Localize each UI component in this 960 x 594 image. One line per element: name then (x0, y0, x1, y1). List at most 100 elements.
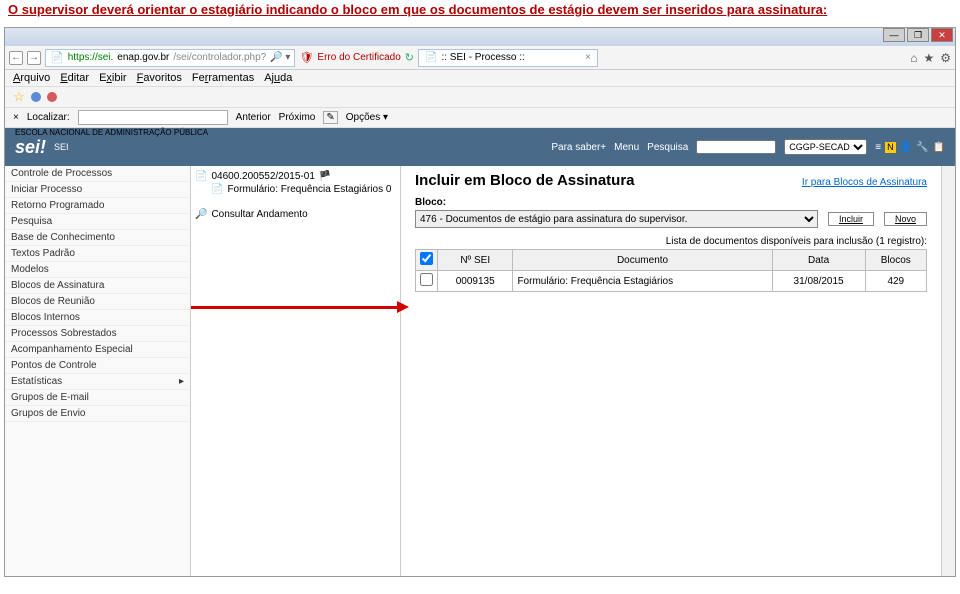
doc-icon: 📄 (211, 184, 223, 195)
tab-icon: 📄 (425, 52, 437, 63)
bloco-label: Bloco: (415, 197, 927, 208)
sei-sublabel: SEI (54, 142, 69, 152)
sidebar-item-blocos-reuniao[interactable]: Blocos de Reunião (5, 294, 190, 310)
header-icon-5[interactable]: 📋 (933, 142, 945, 153)
tree-panel: 📄 04600.200552/2015-01 🏴 📄 Formulário: F… (191, 166, 401, 576)
url-bar[interactable]: 📄 https://sei.enap.gov.br/sei/controlado… (45, 49, 295, 67)
cell-numsei: 0009135 (438, 271, 513, 292)
red-arrow-annotation (191, 306, 401, 309)
find-next[interactable]: Próximo (279, 112, 316, 123)
documents-table: Nº SEI Documento Data Blocos 0009135 For… (415, 249, 927, 292)
sidebar: Controle de Processos Iniciar Processo R… (5, 166, 191, 576)
menu-ajuda[interactable]: Ajuda (264, 72, 292, 84)
content-area: Controle de Processos Iniciar Processo R… (5, 166, 955, 576)
select-all-checkbox[interactable] (420, 252, 433, 265)
novo-button[interactable]: Novo (884, 212, 927, 226)
url-host: enap.gov.br (117, 52, 169, 63)
star-icon[interactable]: ☆ (13, 89, 25, 105)
menu-ferramentas[interactable]: Ferramentas (192, 72, 254, 84)
row-checkbox[interactable] (420, 273, 433, 286)
circle-red-icon[interactable] (47, 92, 57, 102)
sidebar-item-acomp[interactable]: Acompanhamento Especial (5, 342, 190, 358)
flag-icon: 🏴 (319, 171, 331, 182)
tab-close-icon[interactable]: × (585, 52, 591, 63)
menu-editar[interactable]: Editar (60, 72, 89, 84)
home-icon[interactable]: ⌂ (910, 51, 917, 65)
scrollbar[interactable] (941, 166, 955, 576)
sidebar-item-textos[interactable]: Textos Padrão (5, 246, 190, 262)
tools-icon[interactable]: ⚙ (940, 51, 951, 65)
sidebar-item-retorno[interactable]: Retorno Programado (5, 198, 190, 214)
forward-button[interactable]: → (27, 51, 41, 65)
sidebar-item-grupos-email[interactable]: Grupos de E-mail (5, 390, 190, 406)
circle-blue-icon[interactable] (31, 92, 41, 102)
sidebar-item-pesquisa[interactable]: Pesquisa (5, 214, 190, 230)
unit-select[interactable]: CGGP-SECAD (784, 139, 867, 155)
cert-error[interactable]: Erro do Certificado (317, 52, 400, 63)
find-label: Localizar: (27, 112, 70, 123)
sidebar-item-iniciar[interactable]: Iniciar Processo (5, 182, 190, 198)
header-icon-4[interactable]: 🔧 (916, 142, 928, 153)
sidebar-item-sobrestados[interactable]: Processos Sobrestados (5, 326, 190, 342)
refresh-icon[interactable]: ↻ (405, 51, 414, 64)
sidebar-item-controle[interactable]: Controle de Processos (5, 166, 190, 182)
th-blocos: Blocos (865, 250, 926, 271)
search-input[interactable] (696, 140, 776, 154)
titlebar: — ❐ ✕ (5, 28, 955, 46)
cell-blocos: 429 (865, 271, 926, 292)
sidebar-item-pontos[interactable]: Pontos de Controle (5, 358, 190, 374)
th-check (416, 250, 438, 271)
findbar: × Localizar: Anterior Próximo ✎ Opções ▾ (5, 108, 955, 128)
sidebar-item-modelos[interactable]: Modelos (5, 262, 190, 278)
page-icon: 📄 (50, 51, 64, 64)
menubar: Arquivo Editar Exibir Favoritos Ferramen… (5, 70, 955, 87)
th-numsei: Nº SEI (438, 250, 513, 271)
header-icon-3[interactable]: 👤 (900, 142, 912, 153)
header-link-saber[interactable]: Para saber+ (551, 142, 606, 153)
goto-blocos-link[interactable]: Ir para Blocos de Assinatura (802, 177, 927, 188)
tree-process[interactable]: 📄 04600.200552/2015-01 🏴 (195, 170, 396, 183)
list-caption: Lista de documentos disponíveis para inc… (415, 236, 927, 247)
menu-arquivo[interactable]: Arquivo (13, 72, 50, 84)
main-panel: Incluir em Bloco de Assinatura Ir para B… (401, 166, 941, 576)
instruction-text: O supervisor deverá orientar o estagiári… (0, 0, 960, 19)
cell-doc: Formulário: Frequência Estagiários (513, 271, 772, 292)
sidebar-item-blocos-assin[interactable]: Blocos de Assinatura (5, 278, 190, 294)
back-button[interactable]: ← (9, 51, 23, 65)
menu-exibir[interactable]: Exibir (99, 72, 127, 84)
browser-tab[interactable]: 📄 :: SEI - Processo :: × (418, 49, 598, 67)
highlight-icon[interactable]: ✎ (323, 111, 337, 124)
th-data: Data (772, 250, 865, 271)
url-scheme: https://sei. (68, 52, 114, 63)
search-icon: 🔎 (195, 209, 207, 220)
header-icon-2[interactable]: N (885, 142, 896, 153)
favorites-icon[interactable]: ★ (923, 51, 934, 65)
sidebar-item-grupos-envio[interactable]: Grupos de Envio (5, 406, 190, 422)
find-input[interactable] (78, 110, 228, 125)
find-options[interactable]: Opções ▾ (346, 112, 388, 123)
incluir-button[interactable]: Incluir (828, 212, 874, 226)
sei-logo: sei! (15, 137, 46, 158)
close-button[interactable]: ✕ (931, 28, 953, 42)
shield-icon: 🛡 (299, 51, 313, 64)
cell-data: 31/08/2015 (772, 271, 865, 292)
menu-favoritos[interactable]: Favoritos (137, 72, 182, 84)
tree-andamento[interactable]: 🔎 Consultar Andamento (195, 208, 396, 221)
folder-icon: 📄 (195, 171, 207, 182)
bloco-select[interactable]: 476 - Documentos de estágio para assinat… (415, 210, 818, 228)
maximize-button[interactable]: ❐ (907, 28, 929, 42)
header-link-menu[interactable]: Menu (614, 142, 639, 153)
app-header: ESCOLA NACIONAL DE ADMINISTRAÇÃO PÚBLICA… (5, 128, 955, 166)
header-icon-1[interactable]: ≡ (875, 142, 881, 153)
findbar-close-icon[interactable]: × (13, 112, 19, 123)
find-prev[interactable]: Anterior (236, 112, 271, 123)
tree-doc[interactable]: 📄 Formulário: Frequência Estagiários 0 (195, 183, 396, 196)
minimize-button[interactable]: — (883, 28, 905, 42)
sidebar-item-estat[interactable]: Estatísticas▸ (5, 374, 190, 390)
toolbar: ☆ (5, 87, 955, 108)
sidebar-item-blocos-internos[interactable]: Blocos Internos (5, 310, 190, 326)
header-link-pesquisa[interactable]: Pesquisa (647, 142, 688, 153)
navbar: ← → 📄 https://sei.enap.gov.br/sei/contro… (5, 46, 955, 70)
table-row[interactable]: 0009135 Formulário: Frequência Estagiári… (416, 271, 927, 292)
sidebar-item-base[interactable]: Base de Conhecimento (5, 230, 190, 246)
